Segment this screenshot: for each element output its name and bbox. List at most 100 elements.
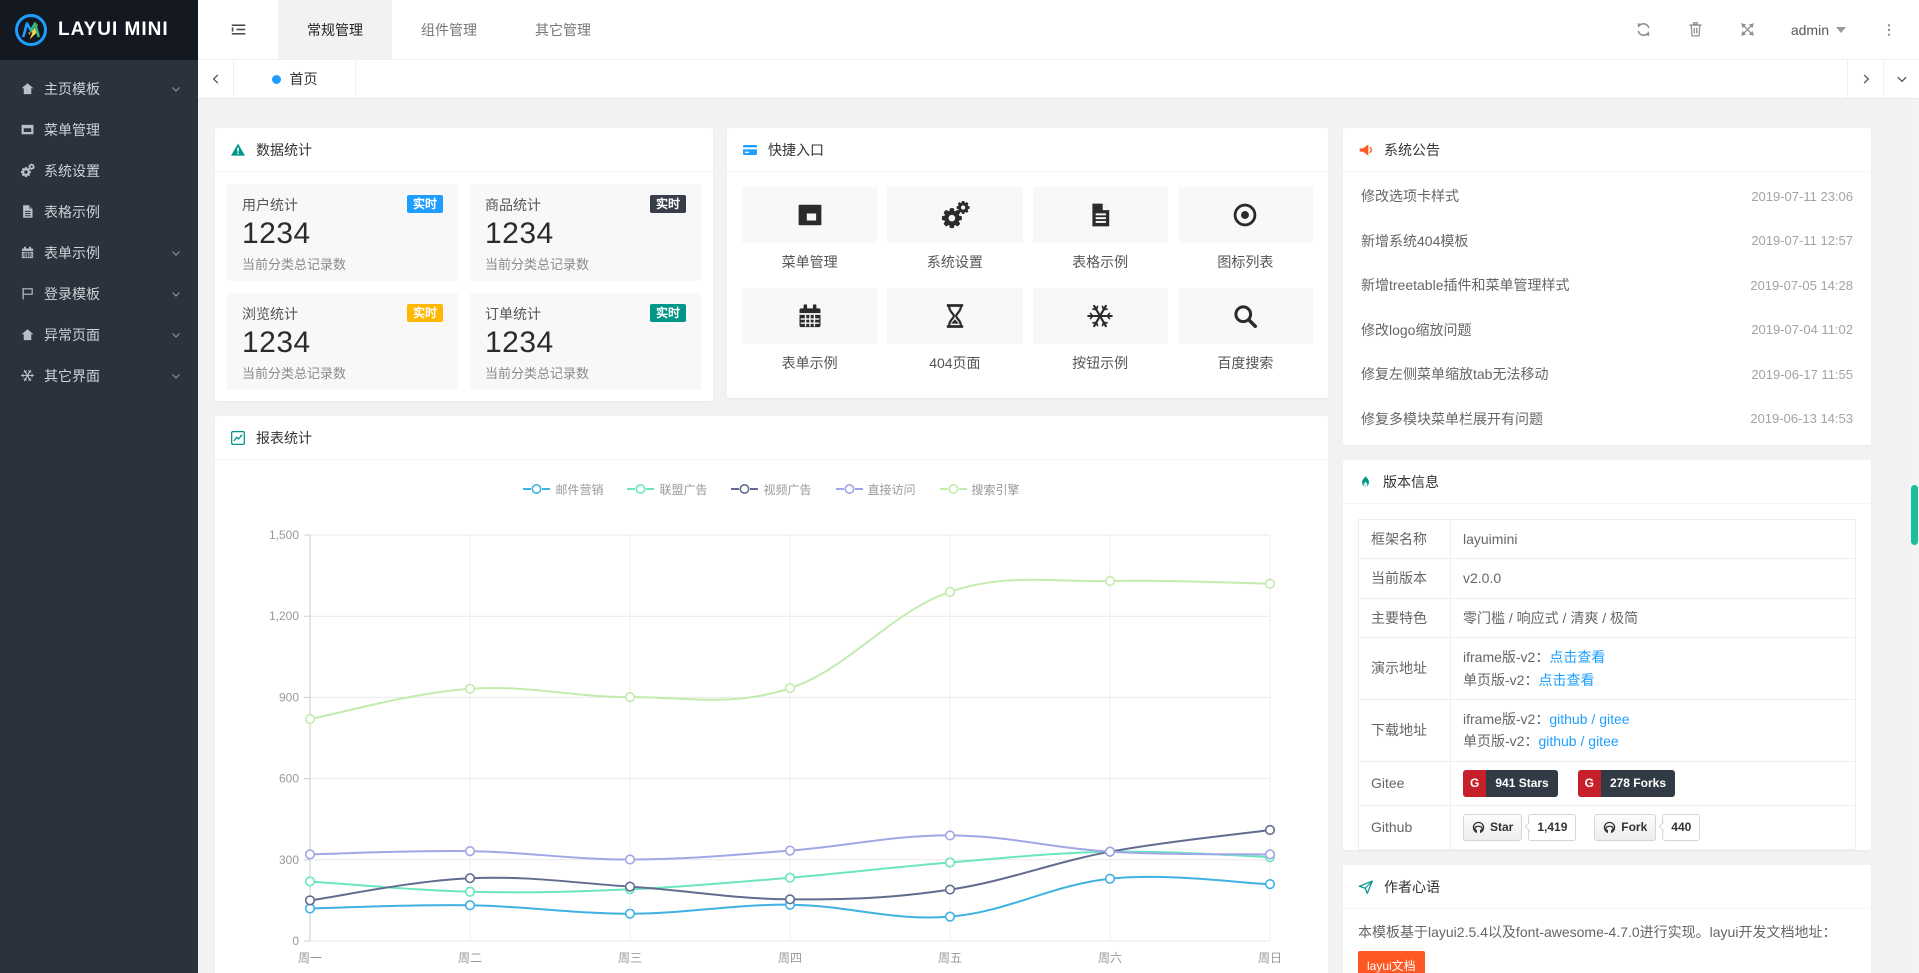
legend-item[interactable]: 视频广告	[731, 481, 811, 498]
chevron-down-icon	[170, 288, 182, 300]
gitee-stars-badge[interactable]: G 941 Stars	[1463, 770, 1558, 797]
table-row: Gitee G 941 Stars G 278 Forks	[1359, 761, 1856, 805]
table-row: 下载地址 iframe版-v2：github / gitee 单页版-v2：gi…	[1359, 699, 1856, 761]
hourglass-icon	[887, 288, 1022, 344]
sidebar-item-label: 其它界面	[44, 366, 100, 386]
sidebar-item-label: 系统设置	[44, 161, 100, 181]
github-star-count: 1,419	[1528, 814, 1576, 841]
author-line-1: 本模板基于layui2.5.4以及font-awesome-4.7.0进行实现。…	[1358, 921, 1856, 945]
quick-item-404-page[interactable]: 404页面	[887, 288, 1022, 373]
download-link-gitee[interactable]: gitee	[1588, 733, 1618, 749]
stat-desc: 当前分类总记录数	[242, 254, 443, 273]
announcement-row[interactable]: 新增系统404模板 2019-07-11 12:57	[1343, 219, 1871, 264]
chart-canvas[interactable]: 周一周二周三周四周五周六周日03006009001,2001,500	[231, 504, 1312, 973]
chart-legend: 邮件营销 联盟广告 视频广告 直接访问 搜索引擎	[215, 474, 1328, 504]
tabbar-right-controls	[1847, 60, 1919, 98]
table-row: Github Star 1,419 Fork 440	[1359, 805, 1856, 849]
layui-docs-button[interactable]: layui文档	[1358, 951, 1425, 973]
announcement-row[interactable]: 修改logo缩放问题 2019-07-04 11:02	[1343, 308, 1871, 353]
download-link-gitee[interactable]: gitee	[1599, 711, 1629, 727]
collapse-sidebar-button[interactable]	[198, 0, 278, 59]
clear-cache-icon[interactable]	[1687, 21, 1704, 38]
legend-item[interactable]: 邮件营销	[523, 481, 603, 498]
sidebar-item-table-demo[interactable]: 表格示例	[0, 191, 198, 232]
legend-item[interactable]: 搜索引擎	[940, 481, 1020, 498]
legend-item[interactable]: 直接访问	[836, 481, 916, 498]
user-menu[interactable]: admin	[1791, 22, 1846, 38]
gears-icon	[20, 163, 44, 178]
github-star-badge[interactable]: Star 1,419	[1463, 814, 1576, 841]
table-row: 框架名称 layuimini	[1359, 520, 1856, 559]
quick-item-form-demo[interactable]: 表单示例	[742, 288, 877, 373]
username: admin	[1791, 22, 1829, 38]
quick-item-baidu-search[interactable]: 百度搜索	[1178, 288, 1313, 373]
fullscreen-icon[interactable]	[1739, 21, 1756, 38]
brand-name: LAYUI MINI	[58, 19, 169, 41]
quick-item-icon-list[interactable]: 图标列表	[1178, 187, 1313, 272]
svg-text:1,500: 1,500	[269, 528, 299, 542]
quick-item-table-demo[interactable]: 表格示例	[1033, 187, 1168, 272]
card-quick-entry: 快捷入口 菜单管理 系统设置	[727, 128, 1328, 398]
sidebar-item-menu-manage[interactable]: 菜单管理	[0, 109, 198, 150]
download-link-github[interactable]: github	[1549, 711, 1587, 727]
tabs-dropdown-button[interactable]	[1883, 60, 1919, 98]
chevron-down-icon	[170, 83, 182, 95]
logo-bar[interactable]: LAYUI MINI	[0, 0, 198, 60]
header-tab-general[interactable]: 常规管理	[278, 0, 392, 59]
line-chart-icon	[230, 430, 246, 446]
gitee-icon: G	[1463, 770, 1486, 797]
stat-value: 1234	[485, 326, 686, 360]
chart-area[interactable]: 周一周二周三周四周五周六周日03006009001,2001,500	[215, 504, 1328, 973]
sidebar-item-other-ui[interactable]: 其它界面	[0, 355, 198, 396]
sidebar-item-home-template[interactable]: 主页模板	[0, 68, 198, 109]
scrollbar-track[interactable]	[1910, 100, 1919, 973]
dot-circle-icon	[1178, 187, 1313, 243]
demo-link-iframe[interactable]: 点击查看	[1549, 649, 1605, 665]
svg-text:周二: 周二	[458, 951, 482, 965]
sidebar-item-error-pages[interactable]: 异常页面	[0, 314, 198, 355]
announcement-row[interactable]: 修复左侧菜单缩放tab无法移动 2019-06-17 11:55	[1343, 352, 1871, 397]
home-icon	[20, 327, 44, 342]
announcement-row[interactable]: 新增treetable插件和菜单管理样式 2019-07-05 14:28	[1343, 263, 1871, 308]
card-data-stats: 数据统计 用户统计 1234 当前分类总记录数 实时 商品统计 1234 当前分…	[215, 128, 713, 401]
refresh-icon[interactable]	[1635, 21, 1652, 38]
brand-logo-icon	[13, 12, 49, 48]
table-row: 当前版本 v2.0.0	[1359, 559, 1856, 598]
sidebar-item-label: 表格示例	[44, 202, 100, 222]
chevron-down-icon	[170, 329, 182, 341]
sidebar-item-label: 主页模板	[44, 79, 100, 99]
header-tab-other[interactable]: 其它管理	[506, 0, 620, 59]
header-module-tabs: 常规管理 组件管理 其它管理	[278, 0, 620, 59]
header-tab-components[interactable]: 组件管理	[392, 0, 506, 59]
legend-item[interactable]: 联盟广告	[627, 481, 707, 498]
tab-home-label: 首页	[290, 69, 318, 89]
sidebar-item-system-settings[interactable]: 系统设置	[0, 150, 198, 191]
stat-value: 1234	[242, 217, 443, 251]
window-icon	[742, 187, 877, 243]
card-title: 报表统计	[256, 428, 312, 448]
gitee-forks-badge[interactable]: G 278 Forks	[1578, 770, 1675, 797]
tabs-scroll-right-button[interactable]	[1847, 60, 1883, 98]
github-fork-badge[interactable]: Fork 440	[1594, 814, 1700, 841]
sidebar-item-label: 异常页面	[44, 325, 100, 345]
file-text-icon	[1033, 187, 1168, 243]
tab-home[interactable]: 首页	[234, 60, 356, 98]
quick-item-menu-manage[interactable]: 菜单管理	[742, 187, 877, 272]
github-fork-count: 440	[1662, 814, 1700, 841]
active-tab-dot	[272, 75, 281, 84]
announcement-row[interactable]: 修复多模块菜单栏展开有问题 2019-06-13 14:53	[1343, 397, 1871, 442]
svg-text:600: 600	[279, 772, 299, 786]
sidebar-item-login-template[interactable]: 登录模板	[0, 273, 198, 314]
download-link-github[interactable]: github	[1538, 733, 1576, 749]
stat-box-orders: 订单统计 1234 当前分类总记录数 实时	[470, 293, 701, 390]
snowflake-icon	[1033, 288, 1168, 344]
card-author-words: 作者心语 本模板基于layui2.5.4以及font-awesome-4.7.0…	[1343, 865, 1871, 973]
more-vertical-icon[interactable]	[1881, 22, 1897, 38]
quick-item-system-settings[interactable]: 系统设置	[887, 187, 1022, 272]
announcement-row[interactable]: 修改选项卡样式 2019-07-11 23:06	[1343, 174, 1871, 219]
quick-item-button-demo[interactable]: 按钮示例	[1033, 288, 1168, 373]
sidebar-item-form-demo[interactable]: 表单示例	[0, 232, 198, 273]
tabs-scroll-left-button[interactable]	[198, 60, 234, 98]
demo-link-spa[interactable]: 点击查看	[1538, 672, 1594, 688]
scrollbar-thumb[interactable]	[1911, 485, 1918, 545]
